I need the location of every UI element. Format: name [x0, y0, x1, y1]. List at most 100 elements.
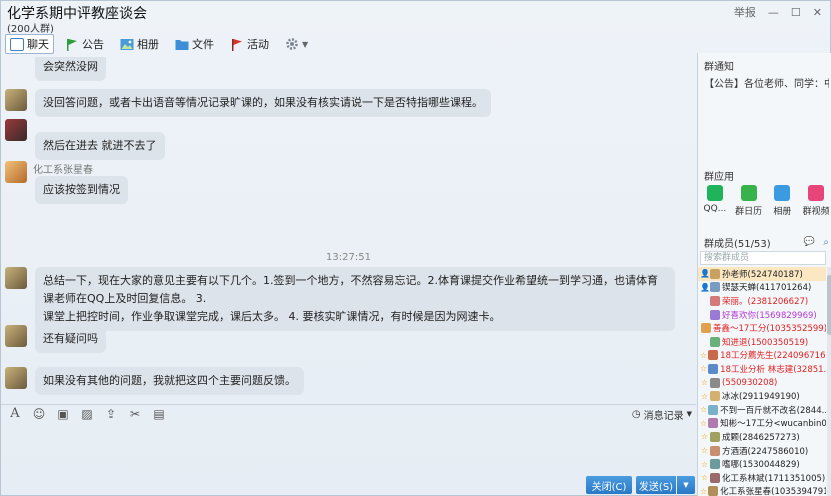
tab-announcement[interactable]: 公告 — [60, 34, 109, 54]
message-bubble[interactable]: 总结一下，现在大家的意见主要有以下几个。1.签到一个地方，不然容易忘记。2.体育… — [35, 267, 675, 331]
member-row[interactable]: 知进退(1500350519) — [698, 335, 826, 349]
notice-text[interactable]: 【公告】各位老师、同学：中午1... — [704, 75, 829, 90]
maximize-button[interactable]: ☐ — [791, 6, 801, 19]
member-row[interactable]: ☆ 冰冰(2911949190) — [698, 389, 826, 403]
star-icon: ☆ — [700, 446, 709, 456]
member-row[interactable]: 善鑫～17工分(1035352599) — [698, 321, 826, 335]
send-options-button[interactable]: ▼ — [677, 476, 695, 494]
video-icon — [808, 185, 825, 201]
tab-chat-label: 聊天 — [27, 38, 49, 51]
star-icon: ☆ — [700, 350, 708, 360]
message-row: 还有疑问吗 — [5, 325, 106, 353]
avatar — [710, 472, 720, 483]
sender-name[interactable]: 化工系张星春 — [33, 161, 93, 176]
avatar — [710, 391, 720, 402]
member-row[interactable]: 荣丽。(2381206627) — [698, 294, 826, 308]
report-button[interactable]: 举报 — [734, 4, 756, 20]
avatar[interactable] — [5, 367, 27, 389]
tab-chat[interactable]: 聊天 — [5, 34, 54, 54]
member-search-input[interactable]: 搜索群成员 — [700, 251, 826, 265]
close-window-button[interactable]: ✕ — [813, 6, 822, 19]
member-row[interactable]: ☆ (550930208) — [698, 376, 826, 390]
message-row: 如果没有其他的问题，我就把这四个主要问题反馈。 — [5, 367, 304, 395]
app-calendar[interactable]: 群日历 — [732, 185, 765, 217]
folder-icon — [175, 39, 189, 50]
owner-icon: 👤 — [700, 269, 710, 279]
photo-icon — [774, 185, 791, 201]
tab-files[interactable]: 文件 — [170, 34, 219, 54]
emoji-icon[interactable]: ☺ — [31, 407, 47, 421]
calendar-icon — [740, 185, 757, 201]
member-row[interactable]: 好喜欢你(1569829969) — [698, 308, 826, 322]
member-row[interactable]: ☆ 18工业分析 林志建(32851... — [698, 362, 826, 376]
avatar[interactable] — [5, 161, 27, 183]
avatar — [5, 57, 27, 75]
message-row — [5, 161, 35, 183]
avatar[interactable] — [5, 119, 27, 141]
scissors-icon[interactable]: ✂ — [127, 407, 143, 421]
message-timestamp: 13:27:51 — [326, 252, 371, 263]
member-list-scrollbar[interactable] — [827, 267, 831, 496]
search-icon[interactable]: ⌕ — [823, 237, 829, 248]
gear-icon — [286, 38, 298, 50]
tab-files-label: 文件 — [192, 38, 214, 51]
member-row[interactable]: ☆ 化工系张星春(1035394791) — [698, 485, 826, 496]
activity-flag-icon — [232, 38, 242, 51]
message-bubble[interactable]: 会突然没网 — [35, 57, 106, 81]
notice-title: 群通知 — [704, 62, 734, 73]
members-count: 群成员(51/53) — [704, 238, 771, 250]
app-label: QQ... — [703, 204, 727, 214]
message-bubble[interactable]: 应该按签到情况 — [35, 176, 128, 204]
avatar — [708, 486, 719, 496]
window-controls: 举报 — ☐ ✕ — [734, 4, 822, 20]
member-row[interactable]: 👤 锲瑟天蝉(411701264) — [698, 281, 826, 295]
member-row[interactable]: ☆ 嗜哪(1530044829) — [698, 457, 826, 471]
message-bubble[interactable]: 还有疑问吗 — [35, 325, 106, 353]
upload-icon[interactable]: ⇪ — [103, 407, 119, 421]
tab-album[interactable]: 相册 — [115, 34, 164, 54]
screenshot-icon[interactable]: ▣ — [55, 407, 71, 421]
message-bubble[interactable]: 如果没有其他的问题，我就把这四个主要问题反馈。 — [35, 367, 304, 395]
avatar[interactable] — [5, 267, 27, 289]
member-row[interactable]: 👤 孙老师(524740187) — [698, 267, 826, 281]
member-name: (550930208) — [722, 377, 778, 388]
tab-activity[interactable]: 活动 — [225, 34, 274, 54]
member-name: 成颗(2846257273) — [722, 432, 800, 443]
comment-icon[interactable]: 💬 — [804, 237, 815, 247]
member-name: 锲瑟天蝉(411701264) — [722, 283, 812, 294]
member-row[interactable]: ☆ 化工系林斌(1711351005) — [698, 471, 826, 485]
more-icon[interactable]: ▤ — [151, 407, 167, 421]
app-qq[interactable]: QQ... — [698, 185, 731, 217]
avatar — [710, 295, 720, 306]
message-input[interactable] — [1, 423, 696, 475]
member-row[interactable]: ☆ 方酒酒(2247586010) — [698, 444, 826, 458]
message-bubble[interactable]: 然后在进去 就进不去了 — [35, 132, 165, 160]
message-bubble[interactable]: 没回答问题，或者卡出语音等情况记录旷课的，如果没有核实请说一下是否特指哪些课程。 — [35, 89, 491, 117]
image-icon[interactable]: ▨ — [79, 407, 95, 421]
app-album[interactable]: 相册 — [766, 185, 799, 217]
phone-icon — [706, 185, 723, 201]
member-name: 冰冰(2911949190) — [722, 392, 800, 403]
star-icon: ☆ — [700, 486, 708, 496]
avatar[interactable] — [5, 325, 27, 347]
member-name: 好喜欢你(1569829969) — [722, 310, 817, 321]
font-icon[interactable]: A — [7, 406, 23, 421]
member-row[interactable]: ☆ 知彬～17工分<wucanbin0... — [698, 417, 826, 431]
send-button[interactable]: 发送(S) — [636, 476, 676, 494]
scrollbar-thumb[interactable] — [827, 275, 831, 335]
avatar[interactable] — [5, 89, 27, 111]
star-icon: ☆ — [700, 432, 709, 442]
avatar — [708, 418, 719, 429]
minimize-button[interactable]: — — [768, 6, 779, 19]
member-name: 方酒酒(2247586010) — [722, 446, 809, 457]
admin-icon: 👤 — [700, 282, 710, 292]
settings-button[interactable]: ▼ — [280, 34, 313, 54]
message-history-button[interactable]: ◷ 消息记录 ▼ — [632, 405, 692, 423]
close-button[interactable]: 关闭(C) — [586, 476, 632, 494]
member-row[interactable]: ☆ 不到一百斤就不改名(2844... — [698, 403, 826, 417]
member-row[interactable]: ☆ 成颗(2846257273) — [698, 430, 826, 444]
photo-icon — [120, 38, 134, 50]
apps-title: 群应用 — [704, 172, 734, 183]
member-row[interactable]: ☆ 18工分薦先生(2240967168) — [698, 349, 826, 363]
app-video[interactable]: 群视频 — [800, 185, 831, 217]
